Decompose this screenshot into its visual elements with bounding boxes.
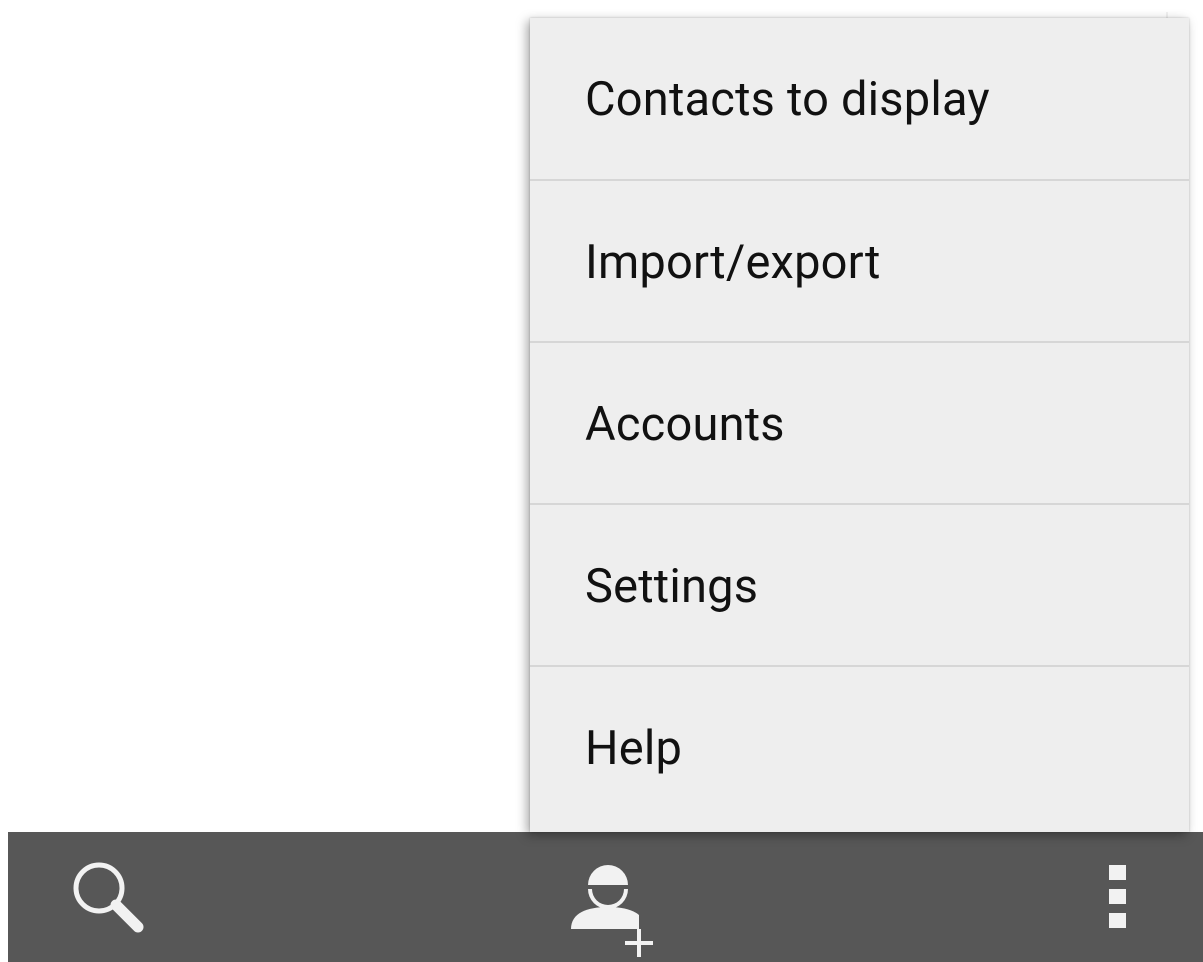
overflow-menu-icon xyxy=(1109,865,1126,928)
menu-item-contacts-to-display[interactable]: Contacts to display xyxy=(530,18,1189,181)
bottom-action-bar xyxy=(8,832,1203,962)
search-icon xyxy=(73,862,144,933)
add-contact-button[interactable] xyxy=(548,832,688,962)
menu-item-label: Accounts xyxy=(585,396,785,452)
contacts-screen: Contacts to display Import/export Accoun… xyxy=(0,0,1203,962)
menu-item-import-export[interactable]: Import/export xyxy=(530,181,1189,343)
menu-item-help[interactable]: Help xyxy=(530,667,1189,829)
overflow-menu-button[interactable] xyxy=(1078,832,1158,962)
search-button[interactable] xyxy=(48,832,168,962)
overflow-menu: Contacts to display Import/export Accoun… xyxy=(530,18,1189,832)
menu-item-label: Import/export xyxy=(585,234,881,290)
menu-item-settings[interactable]: Settings xyxy=(530,505,1189,667)
add-contact-icon xyxy=(571,865,653,957)
menu-item-label: Settings xyxy=(585,558,759,614)
menu-item-accounts[interactable]: Accounts xyxy=(530,343,1189,505)
menu-item-label: Help xyxy=(585,720,683,776)
menu-item-label: Contacts to display xyxy=(585,72,990,127)
